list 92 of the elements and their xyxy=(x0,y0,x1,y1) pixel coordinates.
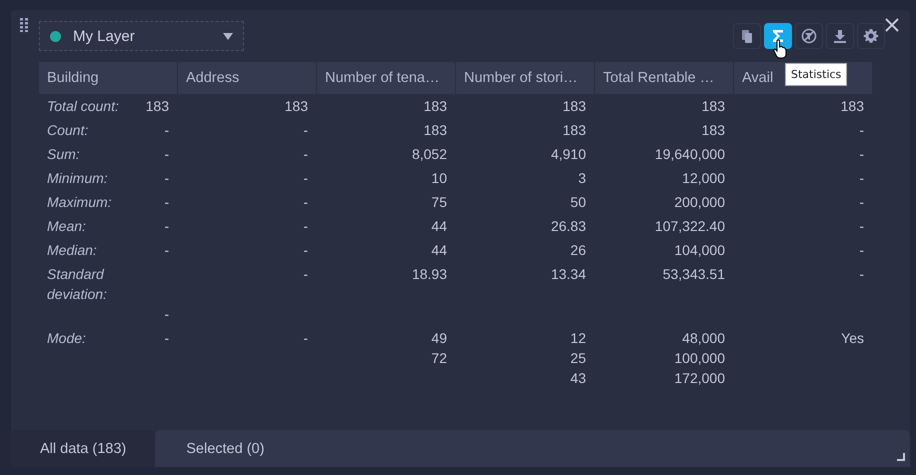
table-cell-text: 183 xyxy=(424,121,447,140)
table-cell-text: 107,322.40 xyxy=(654,217,725,236)
table-cell-text: 200,000 xyxy=(674,193,725,212)
statistic-label: Minimum: xyxy=(47,169,108,188)
table-cell-text: 183 xyxy=(144,97,169,116)
table-cell-text: - xyxy=(163,217,169,236)
statistics-button[interactable] xyxy=(764,23,792,49)
table-cell-text: - xyxy=(859,265,864,284)
column-header[interactable]: Number of tena… xyxy=(317,62,456,94)
table-cell-text: 44 xyxy=(431,217,447,236)
table-cell-text: 172,000 xyxy=(674,369,725,388)
table-cell-text: - xyxy=(163,121,169,140)
download-icon xyxy=(832,28,848,44)
table-cell-text: 104,000 xyxy=(674,241,725,260)
column-header[interactable]: Number of stori… xyxy=(456,62,595,94)
table-cell-text: 183 xyxy=(284,97,308,116)
table-cell-text: 26.83 xyxy=(550,217,586,236)
table-cell-text: - xyxy=(163,145,169,164)
table-cell-text: 183 xyxy=(562,121,586,140)
drag-handle-icon[interactable] xyxy=(19,18,29,32)
column-header[interactable]: Total Rentable … xyxy=(595,62,734,94)
table-cell-text: 53,343.51 xyxy=(662,265,725,284)
table-cell-text: 43 xyxy=(570,369,586,388)
table-cell-text: - xyxy=(859,169,864,188)
tab[interactable]: Selected (0) xyxy=(155,430,910,467)
tab[interactable]: All data (183) xyxy=(11,430,156,467)
tooltip: Statistics xyxy=(785,63,848,86)
table-cell-text: - xyxy=(163,241,169,260)
table-cell-text: 10 xyxy=(431,169,447,188)
table-cell-text: 183 xyxy=(702,121,725,140)
table-cell-text: - xyxy=(303,145,308,164)
statistic-label: Count: xyxy=(47,121,88,140)
table-cell-text: - xyxy=(303,193,308,212)
close-icon[interactable] xyxy=(885,18,899,32)
statistic-label: Median: xyxy=(47,241,97,260)
table-cell-text: 19,640,000 xyxy=(654,145,725,164)
table-cell-text: 13.34 xyxy=(550,265,586,284)
caret-icon xyxy=(223,32,233,40)
table-cell-text: 183 xyxy=(424,97,447,116)
column-header[interactable]: Address xyxy=(178,62,317,94)
table-cell-text: - xyxy=(303,121,308,140)
table-cell-text: 100,000 xyxy=(674,349,725,368)
table-cell-text: - xyxy=(303,265,308,284)
table-cell-text: - xyxy=(859,145,864,164)
statistic-label: Standard deviation: xyxy=(47,265,108,304)
table-cell-text: 12,000 xyxy=(682,169,725,188)
table-cell-text: - xyxy=(163,305,169,324)
settings-button[interactable] xyxy=(857,23,885,49)
table-cell-text: 183 xyxy=(840,97,864,116)
table-cell-text: - xyxy=(303,217,308,236)
hand-cursor-icon xyxy=(773,39,787,59)
statistic-label: Sum: xyxy=(47,145,80,164)
table-cell-text: - xyxy=(303,329,308,348)
table-cell-text: - xyxy=(163,329,169,348)
settings-icon xyxy=(863,28,879,44)
table-cell-text: Yes xyxy=(841,329,864,348)
layer-dropdown[interactable]: My Layer xyxy=(39,21,244,51)
table-cell-text: 72 xyxy=(431,349,447,368)
statistic-label: Mode: xyxy=(47,329,86,348)
table-cell-text: 48,000 xyxy=(682,329,725,348)
layer-name: My Layer xyxy=(73,28,135,44)
resize-handle-icon[interactable] xyxy=(897,453,905,461)
table-cell-text: - xyxy=(859,217,864,236)
copy-icon xyxy=(739,28,755,44)
table-cell-text: 12 xyxy=(570,329,586,348)
table-cell-text: - xyxy=(163,193,169,212)
table-cell-text: 49 xyxy=(431,329,447,348)
clear-filter-button[interactable] xyxy=(795,23,823,49)
table-cell-text: 75 xyxy=(431,193,447,212)
table-cell-text: - xyxy=(303,169,308,188)
table-cell-text: - xyxy=(859,193,864,212)
table-cell-text: - xyxy=(859,241,864,260)
column-header[interactable]: Building xyxy=(39,62,178,94)
table-cell-text: - xyxy=(859,121,864,140)
statistic-label: Mean: xyxy=(47,217,86,236)
table-cell-text: 4,910 xyxy=(550,145,586,164)
table-cell-text: 50 xyxy=(570,193,586,212)
table-cell-text: 18.93 xyxy=(412,265,447,284)
table-cell-text: 26 xyxy=(570,241,586,260)
statistic-label: Total count: xyxy=(47,97,119,116)
statistic-label: Maximum: xyxy=(47,193,112,212)
table-cell-text: 44 xyxy=(431,241,447,260)
table-cell-text: - xyxy=(303,241,308,260)
table-cell-text: 25 xyxy=(570,349,586,368)
table-cell-text: - xyxy=(163,169,169,188)
table-cell-text: 3 xyxy=(578,169,586,188)
table-cell-text: 8,052 xyxy=(412,145,447,164)
table-cell-text: 183 xyxy=(562,97,586,116)
copy-button[interactable] xyxy=(733,23,761,49)
download-button[interactable] xyxy=(826,23,854,49)
filter-off-icon xyxy=(801,28,817,44)
table-cell-text: 183 xyxy=(702,97,725,116)
